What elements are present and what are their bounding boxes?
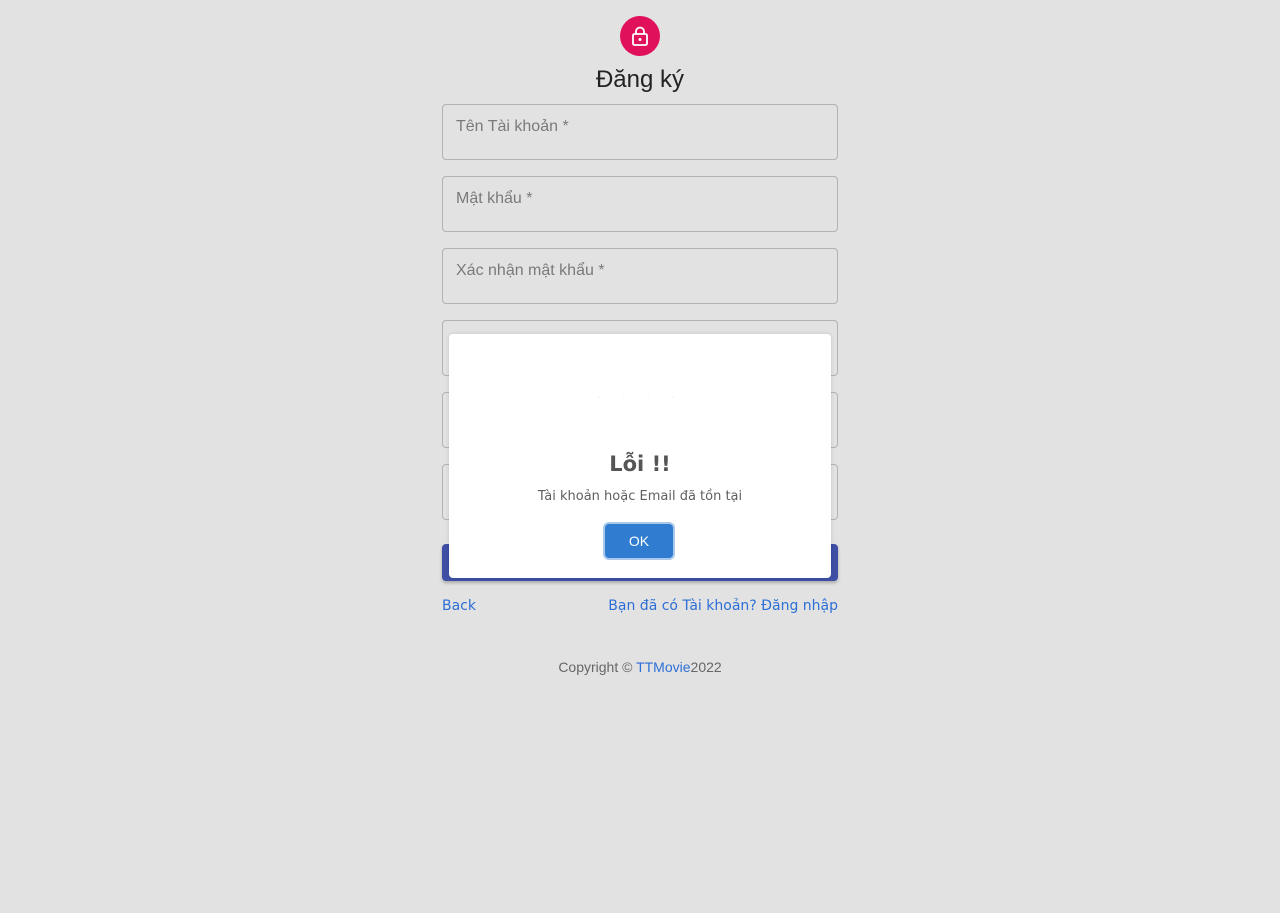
confirm-password-field[interactable]: Xác nhận mật khẩu *: [442, 248, 838, 304]
lock-icon: [632, 26, 648, 46]
error-icon: · · · ·: [596, 388, 684, 404]
lock-avatar: [620, 16, 660, 56]
page-title: Đăng ký: [595, 66, 685, 93]
copyright-prefix: Copyright ©: [558, 659, 637, 675]
brand-link[interactable]: TTMovie: [636, 659, 690, 675]
error-dialog: · · · · Lỗi !! Tài khoản hoặc Email đã t…: [449, 334, 831, 578]
password-field[interactable]: Mật khẩu *: [442, 176, 838, 232]
copyright: Copyright © TTMovie2022: [0, 659, 1280, 675]
dialog-message: Tài khoản hoặc Email đã tồn tại: [537, 489, 743, 504]
register-page: Đăng ký Tên Tài khoản * Mật khẩu * Xác n…: [0, 0, 1280, 913]
copyright-year: 2022: [690, 659, 722, 675]
login-link[interactable]: Bạn đã có Tài khoản? Đăng nhập: [608, 598, 838, 614]
username-field[interactable]: Tên Tài khoản *: [442, 104, 838, 160]
confirm-password-label: Xác nhận mật khẩu *: [456, 262, 605, 279]
back-link[interactable]: Back: [442, 598, 476, 614]
dialog-title: Lỗi !!: [609, 452, 671, 476]
ok-button[interactable]: OK: [605, 524, 673, 558]
username-label: Tên Tài khoản *: [456, 118, 569, 135]
password-label: Mật khẩu *: [456, 190, 533, 207]
